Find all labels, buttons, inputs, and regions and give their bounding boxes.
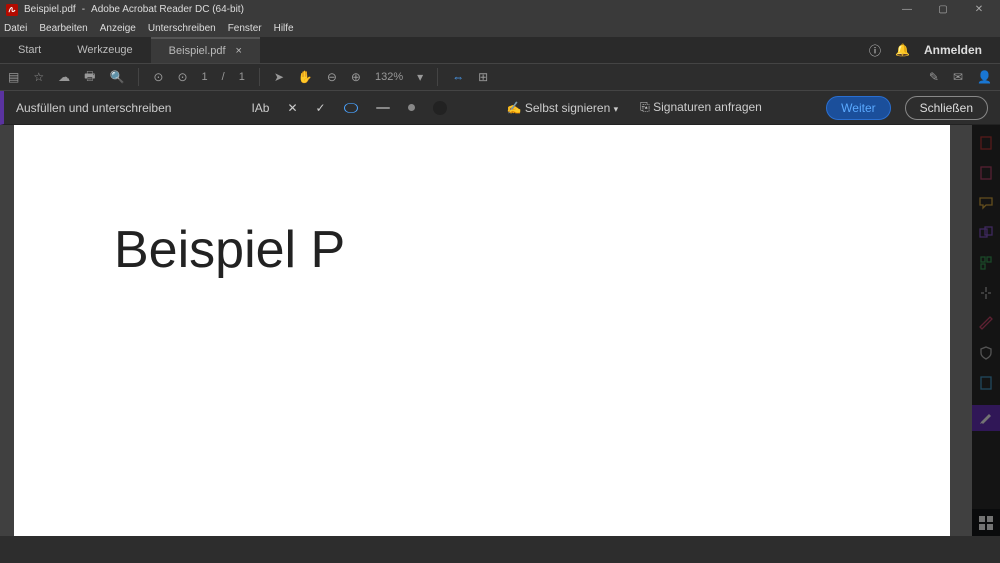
zoom-dropdown-icon[interactable]: ▾ — [417, 70, 423, 84]
compress-icon[interactable] — [978, 285, 994, 301]
titlebar: Beispiel.pdf - Adobe Acrobat Reader DC (… — [0, 0, 1000, 19]
search-icon[interactable]: 🔍 — [109, 70, 124, 84]
self-sign-icon: ✍ — [507, 101, 522, 115]
next-button[interactable]: Weiter — [826, 96, 890, 120]
cursor-icon[interactable]: ➤ — [274, 70, 284, 84]
main-toolbar: ▤ ☆ ☁ 🖶 🔍 ⊙ ⊙ 1 / 1 ➤ ✋ ⊖ ⊕ 132% ▾ ⇔ ⊞ — [0, 63, 1000, 91]
request-sign-label: Signaturen anfragen — [653, 100, 762, 114]
text-tool[interactable]: IAb — [251, 101, 269, 115]
document-tabs: Start Werkzeuge Beispiel.pdf × ⓘ 🔔 Anmel… — [0, 37, 1000, 63]
fill-sign-tool-icon[interactable] — [972, 405, 1000, 431]
window-close-button[interactable]: ✕ — [964, 4, 994, 15]
page-current[interactable]: 1 — [202, 71, 208, 83]
title-filename: Beispiel.pdf — [24, 4, 76, 15]
request-sign-icon: ⎘ — [640, 100, 650, 114]
request-sign-action[interactable]: ⎘ Signaturen anfragen — [640, 100, 762, 115]
title-appname: Adobe Acrobat Reader DC (64-bit) — [91, 4, 244, 15]
page-up-icon[interactable]: ⊙ — [153, 70, 163, 84]
redact-icon[interactable] — [978, 315, 994, 331]
page-of: / — [222, 71, 225, 83]
hand-icon[interactable]: ✋ — [298, 70, 313, 84]
organize-icon[interactable] — [978, 255, 994, 271]
tab-tools[interactable]: Werkzeuge — [59, 37, 150, 63]
bell-icon[interactable]: 🔔 — [895, 43, 910, 57]
export-icon[interactable] — [978, 375, 994, 391]
document-viewport: Beispiel P — [0, 125, 1000, 536]
toolbar-separator — [259, 68, 260, 86]
menu-edit[interactable]: Bearbeiten — [39, 23, 87, 34]
title-sep: - — [82, 4, 85, 15]
fill-sign-title: Ausfüllen und unterschreiben — [16, 101, 171, 115]
menu-window[interactable]: Fenster — [228, 23, 262, 34]
sign-in-button[interactable]: Anmelden — [924, 43, 982, 57]
menu-file[interactable]: Datei — [4, 23, 27, 34]
zoom-in-icon[interactable]: ⊕ — [351, 70, 361, 84]
toolbar-separator — [437, 68, 438, 86]
menu-help[interactable]: Hilfe — [274, 23, 294, 34]
tab-active-label: Beispiel.pdf — [169, 45, 226, 57]
tab-start[interactable]: Start — [0, 37, 59, 63]
page-down-icon[interactable]: ⊙ — [177, 70, 187, 84]
edit-pdf-icon[interactable] — [978, 165, 994, 181]
self-sign-label: Selbst signieren — [525, 101, 610, 115]
check-tool-icon[interactable]: ✓ — [316, 101, 326, 115]
comment-icon[interactable] — [978, 195, 994, 211]
cross-tool-icon[interactable]: ✕ — [287, 101, 297, 115]
menu-view[interactable]: Anzeige — [100, 23, 136, 34]
close-button[interactable]: Schließen — [905, 96, 988, 120]
circle-tool-icon[interactable] — [344, 103, 358, 113]
star-icon[interactable]: ☆ — [33, 70, 44, 84]
window-minimize-button[interactable]: — — [892, 4, 922, 15]
dot-tool-icon[interactable] — [408, 104, 415, 111]
tab-active-document[interactable]: Beispiel.pdf × — [151, 37, 260, 63]
zoom-level[interactable]: 132% — [375, 71, 403, 83]
menubar: Datei Bearbeiten Anzeige Unterschreiben … — [0, 19, 1000, 37]
toolbar-separator — [138, 68, 139, 86]
fit-page-icon[interactable]: ⊞ — [478, 70, 488, 84]
page-heading-text: Beispiel P — [114, 220, 345, 280]
page-total: 1 — [239, 71, 245, 83]
annotation-tools: IAb ✕ ✓ — [251, 101, 446, 115]
tab-close-icon[interactable]: × — [236, 45, 242, 57]
fill-sign-toolbar: Ausfüllen und unterschreiben IAb ✕ ✓ ✍ S… — [0, 91, 1000, 125]
combine-icon[interactable] — [978, 225, 994, 241]
right-tool-strip: ︿ Typ Zeichnen Bild — [972, 125, 1000, 536]
windows-taskbar: 🔍 ○ ⊞ ▤ ● ☁ 12°C Bewölkt ˄ ☁ ⊘ ⎌ 🔊 🔗 DE — [972, 509, 1000, 536]
highlight-icon[interactable]: ✎ — [929, 70, 939, 84]
protect-icon[interactable] — [978, 345, 994, 361]
chevron-down-icon: ▾ — [614, 104, 619, 114]
help-icon[interactable]: ⓘ — [869, 42, 881, 59]
menu-sign[interactable]: Unterschreiben — [148, 23, 216, 34]
zoom-out-icon[interactable]: ⊖ — [327, 70, 337, 84]
window-maximize-button[interactable]: ▢ — [928, 4, 958, 15]
line-tool-icon[interactable] — [376, 107, 390, 109]
start-button-icon[interactable] — [978, 514, 994, 532]
print-icon[interactable]: 🖶 — [84, 67, 95, 88]
share-icon[interactable]: ✉ — [953, 70, 963, 84]
self-sign-action[interactable]: ✍ Selbst signieren ▾ — [507, 101, 619, 115]
sidebar-toggle-icon[interactable]: ▤ — [8, 70, 19, 84]
color-swatch[interactable] — [433, 101, 447, 115]
cloud-upload-icon[interactable]: ☁ — [58, 70, 70, 84]
fit-width-icon[interactable]: ⇔ — [452, 70, 464, 84]
acrobat-app-icon — [6, 4, 18, 16]
account-icon[interactable]: 👤 — [977, 70, 992, 84]
page-canvas[interactable]: Beispiel P — [14, 125, 950, 536]
create-pdf-icon[interactable] — [978, 135, 994, 151]
